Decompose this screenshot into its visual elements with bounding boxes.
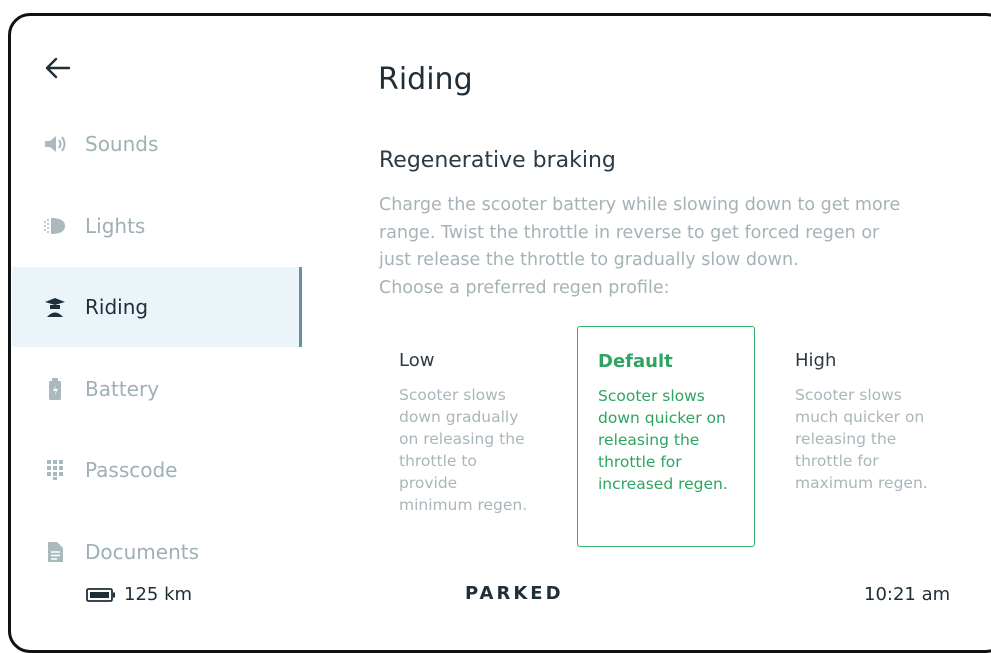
sidebar-item-lights[interactable]: Lights xyxy=(12,186,300,266)
option-title: Default xyxy=(598,351,673,372)
sidebar-item-documents[interactable]: Documents xyxy=(12,512,300,592)
option-line: increased regen. xyxy=(598,475,728,493)
range-indicator: 125 km xyxy=(86,584,192,605)
section-description: Charge the scooter battery while slowing… xyxy=(379,192,959,302)
vehicle-state: PARKED xyxy=(465,583,564,604)
sidebar-item-sounds[interactable]: Sounds xyxy=(12,104,300,184)
description-line: Choose a preferred regen profile: xyxy=(379,277,670,298)
range-value: 125 km xyxy=(124,584,193,605)
option-line: Scooter slows xyxy=(795,386,902,404)
description-line: range. Twist the throttle in reverse to … xyxy=(379,222,880,243)
sidebar-item-label: Documents xyxy=(85,540,200,564)
regen-option-high[interactable]: High Scooter slows much quicker on relea… xyxy=(775,326,953,547)
option-line: much quicker on xyxy=(795,408,925,426)
keypad-icon xyxy=(42,457,68,483)
option-line: Scooter slows xyxy=(598,387,705,405)
option-line: minimum regen. xyxy=(399,496,528,514)
sidebar-item-label: Sounds xyxy=(85,132,159,156)
back-button[interactable] xyxy=(38,50,78,86)
page-title: Riding xyxy=(378,62,473,97)
option-title: Low xyxy=(399,350,435,371)
description-line: just release the throttle to gradually s… xyxy=(379,250,799,270)
option-line: throttle for xyxy=(598,453,682,471)
back-arrow-icon xyxy=(45,57,71,79)
sidebar-item-label: Battery xyxy=(85,377,160,401)
regen-option-low[interactable]: Low Scooter slows down gradually on rele… xyxy=(379,326,557,547)
sidebar-item-label: Lights xyxy=(85,214,146,238)
option-description: Scooter slows down gradually on releasin… xyxy=(399,384,539,516)
sidebar-item-riding[interactable]: Riding xyxy=(12,267,302,347)
sidebar-item-battery[interactable]: Battery xyxy=(12,349,300,429)
option-title: High xyxy=(795,350,837,371)
option-line: releasing the xyxy=(795,430,897,448)
headlight-icon xyxy=(42,213,68,239)
option-line: on releasing the xyxy=(399,430,525,448)
option-line: provide xyxy=(399,474,458,492)
regen-option-default[interactable]: Default Scooter slows down quicker on re… xyxy=(577,326,755,547)
section-title: Regenerative braking xyxy=(379,148,616,173)
sidebar-item-passcode[interactable]: Passcode xyxy=(12,430,300,510)
scooter-icon xyxy=(42,294,68,320)
speaker-icon xyxy=(42,131,68,157)
option-description: Scooter slows down quicker on releasing … xyxy=(598,385,736,495)
option-line: releasing the xyxy=(598,431,700,449)
battery-level-icon xyxy=(86,587,115,602)
description-line: Charge the scooter battery while slowing… xyxy=(379,195,901,215)
option-line: maximum regen. xyxy=(795,474,928,492)
clock: 10:21 am xyxy=(864,584,951,605)
option-line: down gradually xyxy=(399,408,519,426)
option-line: down quicker on xyxy=(598,409,726,427)
option-description: Scooter slows much quicker on releasing … xyxy=(795,384,935,494)
option-line: throttle for xyxy=(795,452,879,470)
battery-icon xyxy=(42,376,68,402)
option-line: throttle to xyxy=(399,452,477,470)
document-icon xyxy=(42,539,68,565)
sidebar-item-label: Riding xyxy=(85,295,149,319)
option-line: Scooter slows xyxy=(399,386,506,404)
sidebar-item-label: Passcode xyxy=(85,458,178,482)
